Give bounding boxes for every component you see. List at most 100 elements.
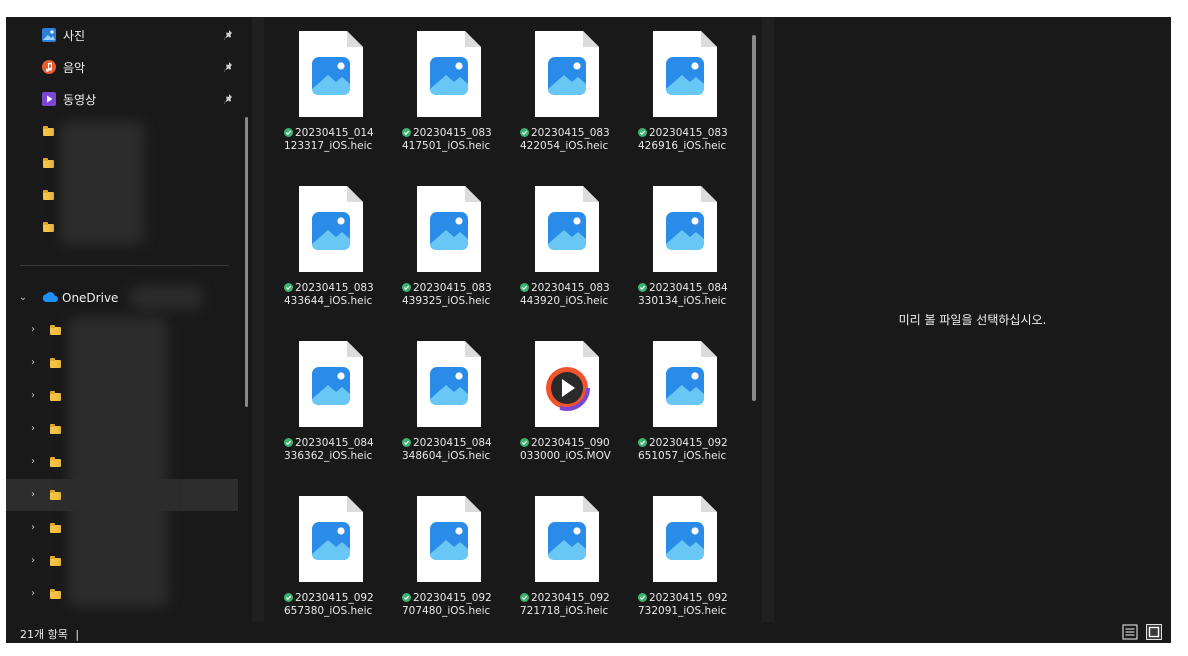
file-name-text: 20230415_090033000_iOS.MOV xyxy=(520,437,611,462)
file-name: 20230415_014123317_iOS.heic xyxy=(284,127,376,153)
chevron-right-icon[interactable]: › xyxy=(28,391,38,401)
file-list[interactable]: 20230415_014123317_iOS.heic 20230415_0834… xyxy=(264,17,762,622)
chevron-right-icon[interactable]: › xyxy=(28,556,38,566)
pin-icon[interactable] xyxy=(224,30,234,40)
sync-status-icon xyxy=(402,128,411,137)
file-item[interactable]: 20230415_083422054_iOS.heic xyxy=(518,17,618,180)
preview-message: 미리 볼 파일을 선택하십시오. xyxy=(898,313,1047,327)
chevron-down-icon[interactable]: ⌄ xyxy=(18,293,28,303)
redacted-account-name xyxy=(130,286,202,310)
folder-icon xyxy=(50,358,61,368)
pin-icon[interactable] xyxy=(224,94,234,104)
cloud-icon xyxy=(42,292,58,302)
details-view-icon[interactable] xyxy=(1122,624,1138,640)
file-list-scrollbar[interactable] xyxy=(752,35,756,401)
nav-item-music[interactable]: 음악 xyxy=(6,51,238,83)
file-item[interactable]: 20230415_014123317_iOS.heic xyxy=(282,17,382,180)
file-name-text: 20230415_084336362_iOS.heic xyxy=(284,437,374,462)
sync-status-icon xyxy=(402,593,411,602)
file-name: 20230415_092732091_iOS.heic xyxy=(638,592,730,618)
file-thumbnail-icon xyxy=(299,186,363,272)
sync-status-icon xyxy=(638,438,647,447)
file-name-text: 20230415_083443920_iOS.heic xyxy=(520,282,610,307)
sync-status-icon xyxy=(402,283,411,292)
file-thumbnail-icon xyxy=(535,341,599,427)
file-thumbnail-icon xyxy=(535,31,599,117)
file-name-text: 20230415_014123317_iOS.heic xyxy=(284,127,374,152)
folder-icon xyxy=(50,457,61,467)
file-name-text: 20230415_084348604_iOS.heic xyxy=(402,437,492,462)
nav-item-label: OneDrive xyxy=(62,291,119,305)
file-item[interactable]: 20230415_092707480_iOS.heic xyxy=(400,482,500,622)
file-name: 20230415_090033000_iOS.MOV xyxy=(520,437,612,463)
navigation-pane[interactable]: 사진 음악 동영상 ⌄ OneDrive › › › › › › › › › xyxy=(6,17,252,622)
file-name-text: 20230415_092707480_iOS.heic xyxy=(402,592,492,617)
chevron-right-icon[interactable]: › xyxy=(28,523,38,533)
file-item[interactable]: 20230415_083439325_iOS.heic xyxy=(400,172,500,335)
chevron-right-icon[interactable]: › xyxy=(28,457,38,467)
nav-item-videos[interactable]: 동영상 xyxy=(6,83,238,115)
file-item[interactable]: 20230415_083426916_iOS.heic xyxy=(636,17,736,180)
folder-icon xyxy=(50,325,61,335)
folder-icon xyxy=(50,424,61,434)
file-name-text: 20230415_083417501_iOS.heic xyxy=(402,127,492,152)
file-name-text: 20230415_083439325_iOS.heic xyxy=(402,282,492,307)
file-thumbnail-icon xyxy=(653,496,717,582)
file-name-text: 20230415_083426916_iOS.heic xyxy=(638,127,728,152)
file-item[interactable]: 20230415_084348604_iOS.heic xyxy=(400,327,500,490)
chevron-right-icon[interactable]: › xyxy=(28,325,38,335)
nav-item-label: 음악 xyxy=(63,60,86,75)
sync-status-icon xyxy=(520,438,529,447)
chevron-right-icon[interactable]: › xyxy=(28,490,38,500)
file-item[interactable]: 20230415_092657380_iOS.heic xyxy=(282,482,382,622)
file-thumbnail-icon xyxy=(299,341,363,427)
item-count-text: 21개 항목 xyxy=(20,628,68,641)
chevron-right-icon[interactable]: › xyxy=(28,358,38,368)
file-name: 20230415_083443920_iOS.heic xyxy=(520,282,612,308)
nav-item-onedrive[interactable]: ⌄ OneDrive xyxy=(6,282,238,314)
file-explorer-window: 사진 음악 동영상 ⌄ OneDrive › › › › › › › › › 2… xyxy=(6,17,1171,643)
large-icons-view-icon[interactable] xyxy=(1146,624,1162,640)
file-thumbnail-icon xyxy=(299,31,363,117)
file-item[interactable]: 20230415_084330134_iOS.heic xyxy=(636,172,736,335)
file-name: 20230415_083439325_iOS.heic xyxy=(402,282,494,308)
photos-icon xyxy=(42,28,56,42)
nav-item-label: 동영상 xyxy=(63,92,97,107)
folder-icon xyxy=(50,391,61,401)
file-item[interactable]: 20230415_083417501_iOS.heic xyxy=(400,17,500,180)
file-item[interactable]: 20230415_092651057_iOS.heic xyxy=(636,327,736,490)
file-item[interactable]: 20230415_083443920_iOS.heic xyxy=(518,172,618,335)
file-item[interactable]: 20230415_083433644_iOS.heic xyxy=(282,172,382,335)
folder-icon xyxy=(43,158,54,168)
folder-icon xyxy=(43,190,54,200)
file-thumbnail-icon xyxy=(417,31,481,117)
file-thumbnail-icon xyxy=(535,496,599,582)
video-icon xyxy=(42,92,56,106)
chevron-right-icon[interactable]: › xyxy=(28,424,38,434)
file-thumbnail-icon xyxy=(417,496,481,582)
nav-item-photos[interactable]: 사진 xyxy=(6,19,238,51)
file-name: 20230415_084336362_iOS.heic xyxy=(284,437,376,463)
file-name: 20230415_083422054_iOS.heic xyxy=(520,127,612,153)
pin-icon[interactable] xyxy=(224,62,234,72)
status-bar: 21개 항목 | xyxy=(6,622,1171,643)
file-item[interactable]: 20230415_084336362_iOS.heic xyxy=(282,327,382,490)
sync-status-icon xyxy=(638,128,647,137)
chevron-right-icon[interactable]: › xyxy=(28,589,38,599)
file-name: 20230415_084330134_iOS.heic xyxy=(638,282,730,308)
folder-icon xyxy=(43,222,54,232)
file-name-text: 20230415_092657380_iOS.heic xyxy=(284,592,374,617)
preview-pane: 미리 볼 파일을 선택하십시오. xyxy=(774,17,1171,622)
sync-status-icon xyxy=(520,128,529,137)
sync-status-icon xyxy=(520,593,529,602)
file-name-text: 20230415_084330134_iOS.heic xyxy=(638,282,728,307)
nav-item-label: 사진 xyxy=(63,28,86,43)
file-item[interactable]: 20230415_090033000_iOS.MOV xyxy=(518,327,618,490)
file-name: 20230415_084348604_iOS.heic xyxy=(402,437,494,463)
file-item[interactable]: 20230415_092721718_iOS.heic xyxy=(518,482,618,622)
pane-splitter[interactable] xyxy=(762,17,774,622)
nav-scrollbar[interactable] xyxy=(245,117,248,407)
nav-divider xyxy=(20,265,229,266)
file-item[interactable]: 20230415_092732091_iOS.heic xyxy=(636,482,736,622)
pane-splitter[interactable] xyxy=(252,17,264,622)
